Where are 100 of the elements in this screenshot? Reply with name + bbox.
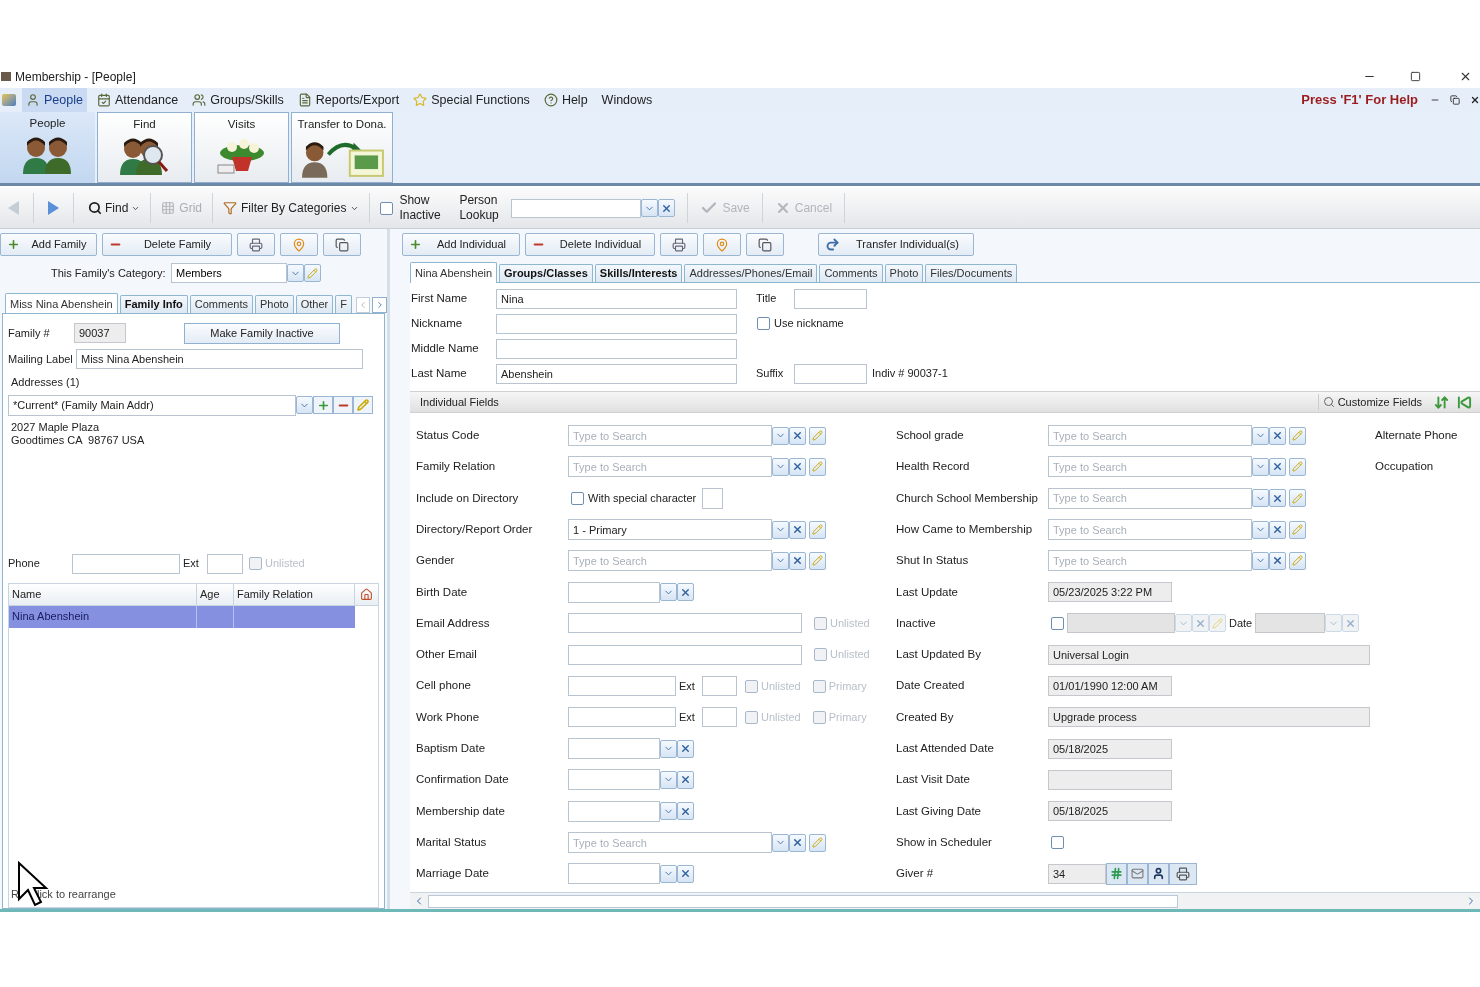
- clear-button[interactable]: [677, 864, 694, 883]
- transfer-button[interactable]: Transfer Individual(s): [818, 233, 974, 256]
- first-name-field[interactable]: Nina: [496, 288, 737, 309]
- menu-item[interactable]: Windows: [597, 88, 657, 112]
- checkbox[interactable]: [757, 317, 770, 330]
- readonly-field[interactable]: Upgrade process: [1048, 707, 1370, 728]
- home-icon[interactable]: [360, 587, 373, 601]
- search-field[interactable]: 1 - Primary: [568, 519, 772, 541]
- search-field[interactable]: Type to Search: [1048, 550, 1252, 572]
- clear-button[interactable]: [1269, 551, 1286, 570]
- wand-button[interactable]: [304, 264, 321, 282]
- email-field[interactable]: [568, 644, 802, 665]
- menu-item[interactable]: Help: [539, 88, 592, 112]
- clear-button[interactable]: [789, 551, 806, 570]
- suffix-field[interactable]: [794, 363, 867, 384]
- address-field[interactable]: *Current* (Family Main Addr): [8, 394, 296, 416]
- ribbon-button[interactable]: People: [0, 112, 95, 183]
- menu-item[interactable]: Attendance: [92, 88, 183, 112]
- tab[interactable]: Other: [295, 295, 334, 313]
- ext-field[interactable]: [702, 676, 737, 696]
- clear-button[interactable]: [658, 199, 676, 217]
- last-name-field[interactable]: Abenshein: [496, 363, 737, 384]
- clear-button[interactable]: [677, 583, 694, 602]
- nickname-field[interactable]: [496, 313, 737, 334]
- date-field[interactable]: [568, 800, 660, 822]
- ext-field[interactable]: [207, 553, 243, 574]
- close-icon[interactable]: [1470, 95, 1480, 105]
- character-field[interactable]: [702, 487, 724, 509]
- tab[interactable]: Miss Nina Abenshein: [5, 293, 118, 314]
- column-header[interactable]: Name: [9, 583, 197, 605]
- clear-button[interactable]: [677, 770, 694, 789]
- maximize-icon[interactable]: [1410, 71, 1421, 82]
- clear-button[interactable]: [1269, 489, 1286, 508]
- tab[interactable]: Groups/Classes: [499, 264, 593, 282]
- scroll-left-button[interactable]: [356, 297, 371, 313]
- horizontal-scrollbar[interactable]: [410, 892, 1480, 909]
- category-field[interactable]: Members: [171, 263, 287, 283]
- family-number-field[interactable]: 90037: [74, 323, 126, 343]
- search-field[interactable]: Type to Search: [1048, 456, 1252, 478]
- customize-fields-button[interactable]: Customize Fields: [1317, 393, 1426, 411]
- map-button[interactable]: [703, 233, 741, 256]
- menu-item[interactable]: People: [22, 88, 87, 112]
- clear-button[interactable]: [789, 457, 806, 476]
- search-field[interactable]: Type to Search: [568, 832, 772, 853]
- clear-button[interactable]: [677, 802, 694, 821]
- tab[interactable]: Family Info: [119, 295, 188, 313]
- clear-button[interactable]: [789, 520, 806, 539]
- tab[interactable]: Comments: [819, 264, 883, 282]
- clear-button[interactable]: [677, 739, 694, 758]
- checkbox[interactable]: [1051, 836, 1064, 849]
- readonly-field[interactable]: [1048, 769, 1172, 790]
- back-icon[interactable]: [8, 201, 19, 215]
- add-family-button[interactable]: Add Family: [0, 233, 97, 256]
- phone-field[interactable]: [568, 707, 676, 728]
- phone-field[interactable]: [568, 676, 676, 696]
- date-field[interactable]: [568, 738, 660, 760]
- copy-button[interactable]: [323, 233, 361, 256]
- dropdown-button[interactable]: [296, 396, 313, 414]
- restore-icon[interactable]: [1450, 95, 1460, 105]
- scroll-right-button[interactable]: [372, 297, 387, 313]
- forward-icon[interactable]: [48, 201, 59, 215]
- tab[interactable]: Skills/Interests: [594, 264, 683, 282]
- tab[interactable]: Files/Documents: [925, 264, 1018, 282]
- app-menu-icon[interactable]: [2, 94, 16, 106]
- envelope-button[interactable]: [1127, 862, 1148, 885]
- remove-address-button[interactable]: [333, 396, 353, 414]
- clear-button[interactable]: [789, 426, 806, 445]
- printer-button[interactable]: [1169, 862, 1197, 885]
- copy-button[interactable]: [746, 233, 784, 256]
- readonly-field[interactable]: 01/01/1990 12:00 AM: [1048, 676, 1172, 696]
- filter-button[interactable]: Filter By Categories: [223, 199, 360, 217]
- readonly-field[interactable]: 34: [1048, 863, 1106, 884]
- date-field[interactable]: [568, 769, 660, 791]
- tab[interactable]: Nina Abenshein: [410, 262, 498, 283]
- date-field[interactable]: [568, 863, 660, 885]
- readonly-field[interactable]: 05/18/2025: [1048, 738, 1172, 759]
- search-field[interactable]: Type to Search: [568, 550, 772, 572]
- edit-address-button[interactable]: [353, 396, 373, 414]
- ribbon-button[interactable]: Find: [97, 112, 192, 183]
- phone-field[interactable]: [72, 553, 180, 574]
- tab[interactable]: F: [335, 295, 352, 313]
- middle-name-field[interactable]: [496, 338, 737, 359]
- email-field[interactable]: [568, 613, 802, 634]
- tab[interactable]: Addresses/Phones/Email: [684, 264, 818, 282]
- reason-field[interactable]: [1067, 613, 1175, 634]
- menu-item[interactable]: Groups/Skills: [188, 88, 288, 112]
- title-field[interactable]: [794, 288, 867, 309]
- add-individual-button[interactable]: Add Individual: [402, 233, 520, 256]
- close-icon[interactable]: [1459, 70, 1472, 83]
- date-field[interactable]: [1255, 613, 1325, 634]
- clear-button[interactable]: [1269, 457, 1286, 476]
- ribbon-button[interactable]: Visits: [194, 112, 289, 183]
- tab[interactable]: Comments: [189, 295, 253, 313]
- clear-button[interactable]: [1269, 426, 1286, 445]
- lookup-field[interactable]: [511, 198, 642, 218]
- find-button[interactable]: Find: [88, 199, 141, 217]
- search-field[interactable]: Type to Search: [568, 456, 772, 478]
- readonly-field[interactable]: Universal Login: [1048, 644, 1370, 665]
- mailing-label-field[interactable]: Miss Nina Abenshein: [76, 349, 363, 369]
- ribbon-button[interactable]: Transfer to Dona.: [291, 112, 393, 183]
